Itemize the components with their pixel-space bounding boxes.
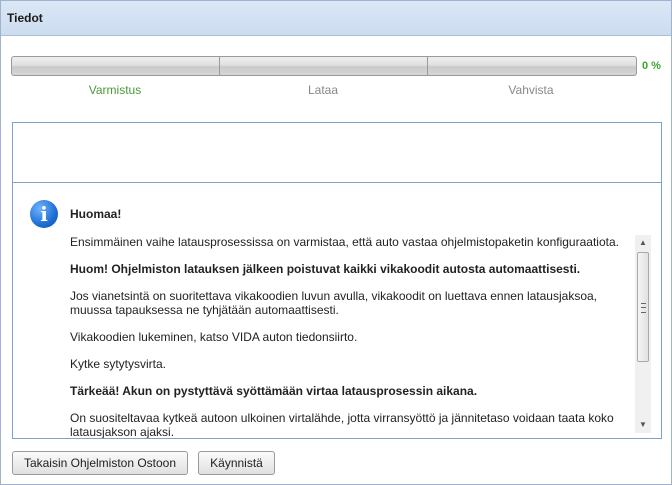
info-icon: i bbox=[30, 200, 58, 228]
step-label-confirm: Vahvista bbox=[508, 83, 554, 97]
notice-content: Ensimmäinen vaihe latausprosessissa on v… bbox=[70, 235, 632, 439]
notice-paragraph: Huom! Ohjelmiston latauksen jälkeen pois… bbox=[70, 262, 581, 276]
notice-paragraph: Ensimmäinen vaihe latausprosessissa on v… bbox=[70, 235, 619, 249]
notice-paragraph: Tärkeää! Akun on pystyttävä syöttämään v… bbox=[70, 384, 478, 398]
scroll-up-arrow-icon[interactable]: ▲ bbox=[635, 235, 651, 251]
step-label-verify: Varmistus bbox=[88, 83, 142, 97]
back-to-software-purchase-button[interactable]: Takaisin Ohjelmiston Ostoon bbox=[12, 451, 188, 475]
progress-bar bbox=[11, 56, 637, 76]
scroll-thumb[interactable] bbox=[637, 252, 649, 362]
notice-heading: Huomaa! bbox=[70, 207, 122, 221]
progress-divider bbox=[427, 57, 428, 75]
empty-panel bbox=[12, 122, 662, 183]
progress-divider bbox=[219, 57, 220, 75]
window-title: Tiedot bbox=[7, 11, 43, 25]
notice-panel: i Huomaa! Ensimmäinen vaihe latausproses… bbox=[12, 182, 662, 439]
grip-icon bbox=[641, 303, 646, 313]
start-button[interactable]: Käynnistä bbox=[198, 451, 275, 475]
progress-percent: 0 % bbox=[642, 60, 661, 72]
notice-paragraph: Jos vianetsintä on suoritettava vikakood… bbox=[70, 289, 597, 317]
notice-paragraph: On suositeltavaa kytkeä autoon ulkoinen … bbox=[70, 411, 614, 439]
notice-paragraph: Vikakoodien lukeminen, katso VIDA auton … bbox=[70, 330, 358, 344]
title-bar: Tiedot bbox=[1, 1, 671, 36]
notice-scrollbar[interactable]: ▲ ▼ bbox=[635, 235, 651, 433]
notice-paragraph: Kytke sytytysvirta. bbox=[70, 357, 167, 371]
step-label-download: Lataa bbox=[307, 83, 339, 97]
window: Tiedot 0 % Varmistus Lataa Vahvista i Hu… bbox=[0, 0, 672, 485]
scroll-down-arrow-icon[interactable]: ▼ bbox=[635, 417, 651, 433]
